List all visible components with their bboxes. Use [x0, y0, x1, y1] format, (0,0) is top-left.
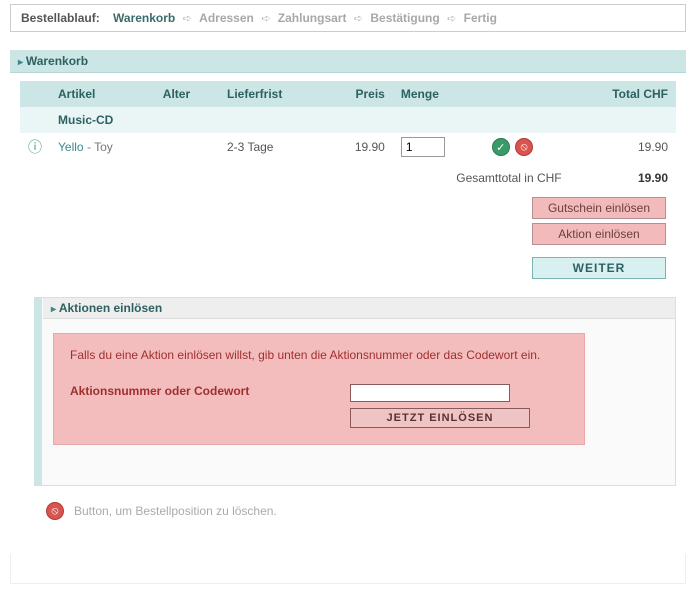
- chevron-right-icon: ➪: [354, 13, 363, 25]
- redeem-code-input[interactable]: [350, 384, 510, 402]
- col-article: Artikel: [50, 81, 155, 107]
- chevron-right-icon: ➪: [261, 13, 270, 25]
- cart-header: Warenkorb: [10, 50, 686, 73]
- col-delivery: Lieferfrist: [219, 81, 325, 107]
- breadcrumb-step-done: Fertig: [464, 11, 497, 25]
- category-row: Music-CD: [50, 107, 676, 133]
- item-artist-link[interactable]: Yello: [58, 140, 84, 154]
- redeem-intro-text: Falls du eine Aktion einlösen willst, gi…: [70, 348, 568, 362]
- item-price: 19.90: [325, 133, 393, 161]
- chevron-right-icon: ➪: [183, 13, 192, 25]
- redeem-submit-button[interactable]: JETZT EINLÖSEN: [350, 408, 530, 428]
- breadcrumb-step-payment: Zahlungsart: [278, 11, 347, 25]
- grand-total-amount: 19.90: [570, 161, 676, 189]
- delete-icon: ⦸: [46, 502, 64, 520]
- checkout-breadcrumb: Bestellablauf: Warenkorb ➪ Adressen ➪ Za…: [10, 4, 686, 32]
- info-icon[interactable]: ⓘ: [28, 139, 42, 155]
- col-age: Alter: [155, 81, 219, 107]
- redeem-code-label: Aktionsnummer oder Codewort: [70, 384, 350, 398]
- col-price: Preis: [325, 81, 393, 107]
- item-line-total: 19.90: [570, 133, 676, 161]
- redeem-promo-button[interactable]: Aktion einlösen: [532, 223, 666, 245]
- confirm-qty-button[interactable]: ✓: [492, 138, 510, 156]
- qty-input[interactable]: [401, 137, 445, 157]
- help-text: Button, um Bestellposition zu löschen.: [74, 504, 277, 518]
- chevron-right-icon: ➪: [447, 13, 456, 25]
- cart-section: Warenkorb Artikel Alter Lieferfrist Prei…: [10, 50, 686, 540]
- redeem-panel: Aktionen einlösen Falls du eine Aktion e…: [34, 297, 676, 486]
- item-title: Toy: [94, 140, 113, 154]
- col-qty: Menge: [393, 81, 482, 107]
- item-age: [155, 133, 219, 161]
- continue-button[interactable]: WEITER: [532, 257, 666, 279]
- breadcrumb-step-cart[interactable]: Warenkorb: [113, 11, 175, 25]
- redeem-panel-header: Aktionen einlösen: [43, 298, 675, 319]
- breadcrumb-label: Bestellablauf:: [21, 11, 100, 25]
- breadcrumb-step-confirm: Bestätigung: [370, 11, 439, 25]
- panel-accent: [34, 298, 42, 485]
- delete-item-button[interactable]: ⦸: [515, 138, 533, 156]
- table-row: ⓘ Yello - Toy 2-3 Tage 19.90 ✓ ⦸ 19.90: [20, 133, 676, 161]
- item-delivery: 2-3 Tage: [219, 133, 325, 161]
- redeem-voucher-button[interactable]: Gutschein einlösen: [532, 197, 666, 219]
- cart-table: Artikel Alter Lieferfrist Preis Menge To…: [20, 81, 676, 189]
- breadcrumb-step-addresses: Adressen: [199, 11, 254, 25]
- help-row-delete: ⦸ Button, um Bestellposition zu löschen.: [34, 496, 676, 540]
- col-total: Total CHF: [570, 81, 676, 107]
- grand-total-label: Gesamttotal in CHF: [456, 171, 561, 185]
- footer-spacer: [10, 554, 686, 584]
